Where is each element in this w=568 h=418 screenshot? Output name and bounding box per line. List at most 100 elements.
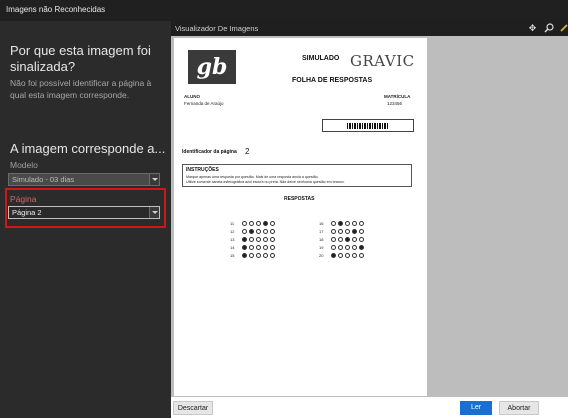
action-bar: Descartar Ler Abortar (171, 397, 568, 418)
answer-bubble (352, 245, 357, 250)
answer-number: 20 (319, 253, 324, 258)
brand-logo: GRAVIC (350, 52, 415, 70)
answer-bubble (256, 253, 261, 258)
left-panel: Por que esta imagem foi sinalizada? Não … (0, 21, 171, 418)
page-id-value: 2 (245, 147, 250, 156)
answer-bubble (345, 237, 350, 242)
student-label: ALUNO (184, 94, 200, 99)
answer-number: 11 (230, 221, 235, 226)
window-titlebar: Imagens não Reconhecidas (0, 0, 568, 21)
answer-bubble (352, 221, 357, 226)
answer-bubble (359, 237, 364, 242)
doc-form-title: FOLHA DE RESPOSTAS (292, 77, 373, 84)
answer-number: 16 (319, 221, 324, 226)
answer-row: 19 (319, 245, 379, 251)
answer-number: 13 (230, 237, 235, 242)
question-text: Não foi possível identificar a página à … (10, 78, 152, 100)
answer-bubble (270, 245, 275, 250)
registration-value: 123456 (387, 101, 403, 106)
question-title: Por que esta imagem foi sinalizada? (10, 43, 151, 74)
zoom-icon[interactable] (543, 23, 554, 34)
answer-bubble (263, 237, 268, 242)
page-select[interactable]: Página 2 (8, 206, 160, 219)
answer-bubble (270, 221, 275, 226)
answer-bubble (242, 221, 247, 226)
answer-bubble (256, 245, 261, 250)
answer-bubble (352, 229, 357, 234)
answer-number: 19 (319, 245, 324, 250)
answer-bubble (263, 245, 268, 250)
answer-bubble (331, 245, 336, 250)
move-icon[interactable]: ✥ (527, 23, 538, 34)
page-select-value: Página 2 (12, 208, 42, 217)
answer-number: 17 (319, 229, 324, 234)
answer-row: 15 (230, 253, 290, 259)
answer-bubble (242, 245, 247, 250)
answer-bubble (242, 229, 247, 234)
chevron-down-icon[interactable] (149, 207, 159, 218)
answer-bubble (242, 237, 247, 242)
answer-bubble (249, 229, 254, 234)
window-title: Imagens não Reconhecidas (6, 5, 106, 14)
image-viewer[interactable]: gb SIMULADO GRAVIC FOLHA DE RESPOSTAS AL… (171, 36, 568, 397)
barcode-icon (347, 123, 389, 129)
answer-bubble (359, 253, 364, 258)
abort-button[interactable]: Abortar (499, 401, 539, 415)
discard-button[interactable]: Descartar (173, 401, 213, 415)
instructions-line: Marque apenas uma resposta por questão. … (186, 175, 319, 179)
answer-bubble (338, 229, 343, 234)
answer-bubble (331, 237, 336, 242)
answer-bubble (263, 221, 268, 226)
answer-bubble (331, 253, 336, 258)
answer-row: 14 (230, 245, 290, 251)
answer-bubble (352, 237, 357, 242)
answer-row: 13 (230, 237, 290, 243)
answer-bubble (256, 229, 261, 234)
instructions-line: Utilize somente caneta esferográfica azu… (186, 180, 345, 184)
answer-bubble (345, 245, 350, 250)
viewer-title: Visualizador De Imagens (175, 24, 259, 33)
answer-number: 14 (230, 245, 235, 250)
answer-number: 15 (230, 253, 235, 258)
answer-bubble (338, 221, 343, 226)
scanned-document: gb SIMULADO GRAVIC FOLHA DE RESPOSTAS AL… (174, 38, 427, 396)
answer-row: 17 (319, 229, 379, 235)
answer-bubble (249, 221, 254, 226)
answer-bubble (352, 253, 357, 258)
chevron-down-icon[interactable] (149, 174, 159, 185)
answer-bubble (249, 245, 254, 250)
model-select-value: Simulado - 03 dias (12, 175, 75, 184)
page-id-label: Identificador da página (182, 149, 237, 155)
answer-bubble (270, 229, 275, 234)
answer-row: 20 (319, 253, 379, 259)
answers-title: RESPOSTAS (284, 196, 315, 202)
answer-bubble (331, 221, 336, 226)
answer-row: 11 (230, 221, 290, 227)
read-button[interactable]: Ler (460, 401, 492, 415)
answer-row: 12 (230, 229, 290, 235)
page-label: Página (10, 194, 37, 204)
model-select[interactable]: Simulado - 03 dias (8, 173, 160, 186)
pen-icon[interactable] (558, 23, 568, 34)
answer-bubble (359, 221, 364, 226)
model-label: Modelo (10, 160, 38, 170)
answer-bubble (359, 245, 364, 250)
answer-bubble (338, 253, 343, 258)
answer-number: 12 (230, 229, 235, 234)
answer-title: A imagem corresponde a... (10, 141, 166, 156)
answer-bubble (345, 229, 350, 234)
instructions-box: INSTRUÇÕES Marque apenas uma resposta po… (182, 164, 412, 187)
answer-bubble (249, 253, 254, 258)
answer-bubble (270, 237, 275, 242)
answer-bubble (242, 253, 247, 258)
answer-row: 18 (319, 237, 379, 243)
answer-bubble (345, 253, 350, 258)
answer-bubble (331, 229, 336, 234)
answer-row: 16 (319, 221, 379, 227)
viewer-header: Visualizador De Imagens ✥ (171, 21, 568, 36)
answer-number: 18 (319, 237, 324, 242)
registration-label: MATRÍCULA (384, 94, 411, 99)
doc-header-title: SIMULADO (302, 55, 340, 62)
school-logo: gb (188, 50, 236, 84)
answer-bubble (263, 253, 268, 258)
